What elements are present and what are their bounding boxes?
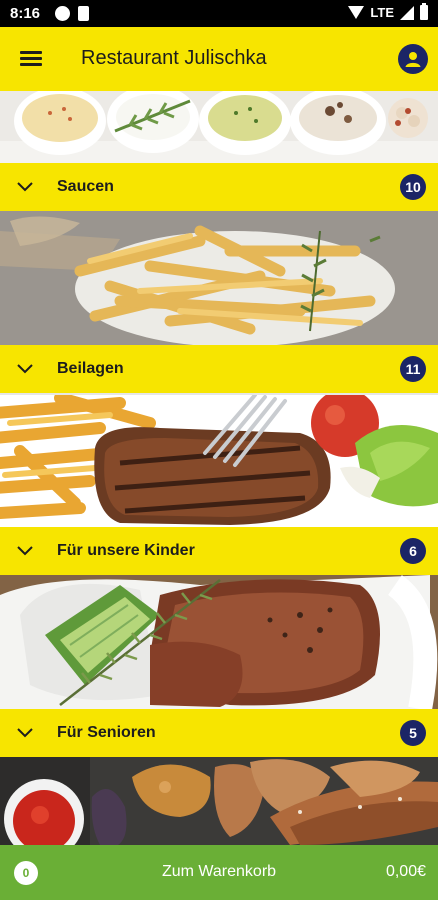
sauces-image [0,91,438,163]
status-bar: 8:16 LTE [0,0,438,27]
category-count-badge: 5 [400,720,426,746]
category-count-badge: 6 [400,538,426,564]
seniors-meal-image [0,575,438,709]
status-time: 8:16 [10,5,41,22]
hamburger-menu-icon[interactable] [20,49,42,67]
category-label: Saucen [57,178,114,195]
category-label: Für unsere Kinder [57,542,195,559]
category-beilagen[interactable]: Beilagen 11 [0,345,438,393]
cart-total: 0,00€ [385,863,426,880]
category-label: Beilagen [57,360,124,377]
signal-icon [400,5,414,20]
fries-image [0,211,438,345]
wifi-icon [348,6,365,19]
chevron-down-icon [17,182,33,192]
category-fuer-senioren[interactable]: Für Senioren 5 [0,709,438,757]
notification-icon [55,6,70,21]
chevron-down-icon [17,546,33,556]
sd-card-icon [78,6,89,21]
network-type: LTE [370,5,394,20]
grill-platter-image [0,757,438,845]
app-title: Restaurant Julischka [81,47,267,69]
battery-icon [420,3,428,20]
category-count-badge: 10 [400,174,426,200]
chevron-down-icon [17,364,33,374]
category-label: Für Senioren [57,724,156,741]
category-fuer-unsere-kinder[interactable]: Für unsere Kinder 6 [0,527,438,575]
category-count-badge: 11 [400,356,426,382]
cart-button[interactable]: 0 Zum Warenkorb 0,00€ [0,845,438,900]
chevron-down-icon [17,728,33,738]
kids-meal-image [0,393,438,527]
category-saucen[interactable]: Saucen 10 [0,163,438,211]
status-indicators: LTE [348,3,428,20]
app-bar: Restaurant Julischka [0,27,438,91]
cart-label: Zum Warenkorb [161,863,277,880]
account-icon[interactable] [398,44,428,74]
